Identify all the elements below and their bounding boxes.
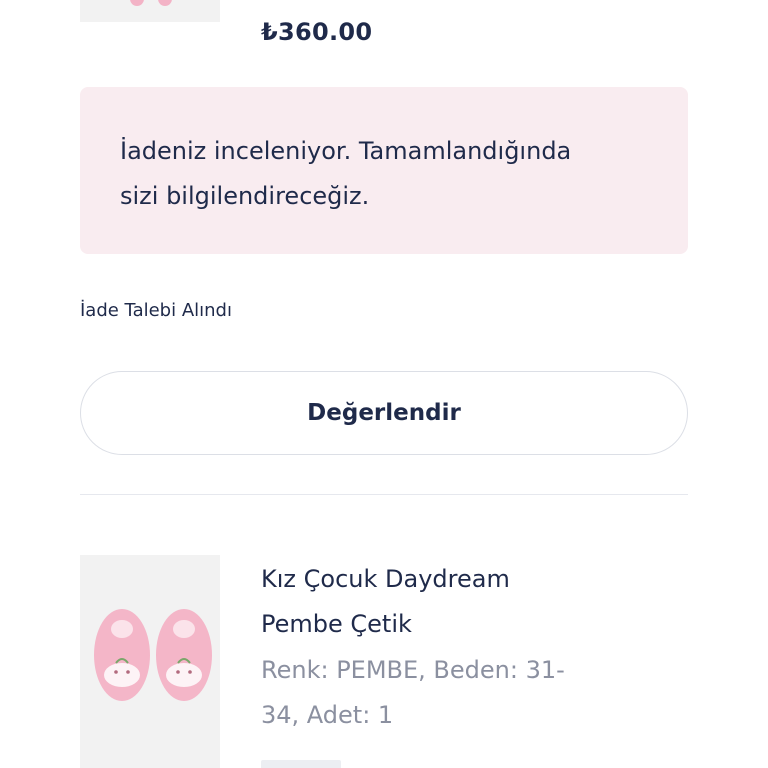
previous-product-image[interactable] xyxy=(80,0,220,22)
product-name[interactable]: Kız Çocuk Daydream Pembe Çetik xyxy=(261,557,641,647)
product-meta-line-2: 34, Adet: 1 xyxy=(261,701,394,729)
product-price-cut-off xyxy=(261,760,341,768)
pink-sock-icon xyxy=(158,0,172,6)
order-detail-page: ₺360.00 İadeniz inceleniyor. Tamamlandığ… xyxy=(0,0,768,768)
divider xyxy=(80,494,688,495)
return-status-notice: İadeniz inceleniyor. Tamamlandığında siz… xyxy=(80,87,688,254)
pink-sock-icon xyxy=(130,0,144,6)
notice-text: İadeniz inceleniyor. Tamamlandığında siz… xyxy=(120,129,648,219)
notice-line-2: sizi bilgilendireceğiz. xyxy=(120,182,370,210)
product-image[interactable] xyxy=(80,555,220,768)
previous-product-price: ₺360.00 xyxy=(261,18,373,46)
pink-slippers-icon xyxy=(94,609,212,701)
product-name-line-1: Kız Çocuk Daydream xyxy=(261,565,510,593)
product-variant-info: Renk: PEMBE, Beden: 31- 34, Adet: 1 xyxy=(261,648,621,738)
product-name-line-2: Pembe Çetik xyxy=(261,610,412,638)
rate-button[interactable]: Değerlendir xyxy=(80,371,688,455)
product-meta-line-1: Renk: PEMBE, Beden: 31- xyxy=(261,656,565,684)
return-status-label: İade Talebi Alındı xyxy=(80,300,232,321)
notice-line-1: İadeniz inceleniyor. Tamamlandığında xyxy=(120,137,572,165)
